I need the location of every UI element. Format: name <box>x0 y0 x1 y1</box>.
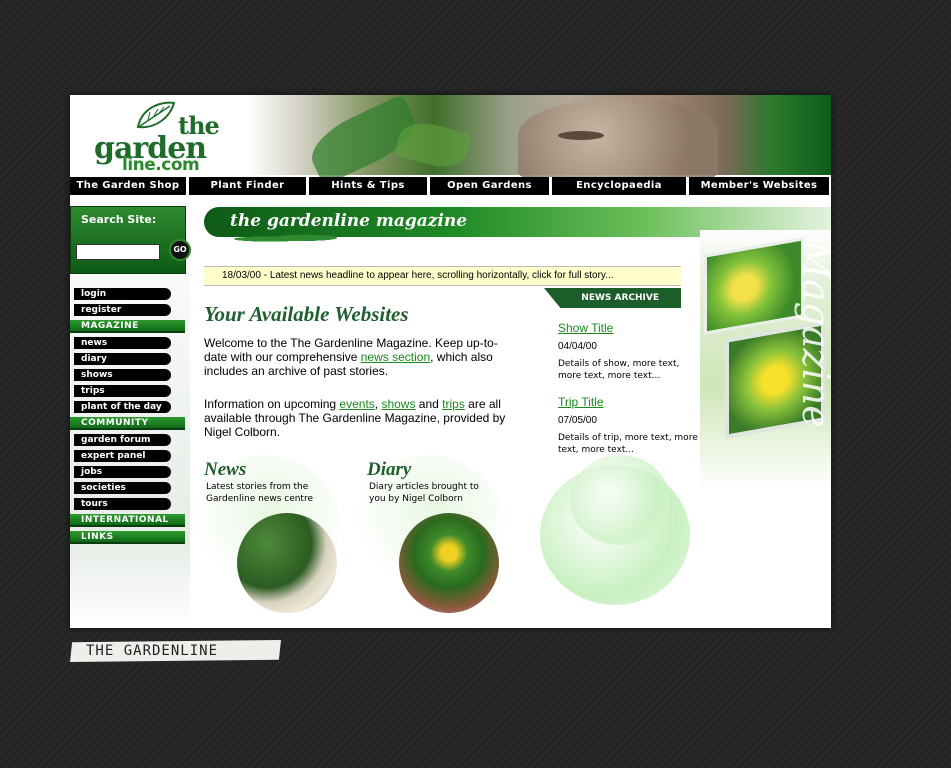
sidebar-item-login[interactable]: login <box>74 288 171 300</box>
search-go-button[interactable]: GO <box>169 239 191 261</box>
sidebar-item-register[interactable]: register <box>74 304 171 316</box>
trips-link[interactable]: trips <box>442 397 465 411</box>
sidebar-item-jobs[interactable]: jobs <box>74 466 171 478</box>
sidebar-item-expert-panel[interactable]: expert panel <box>74 450 171 462</box>
footer-tape-label: THE GARDENLINE <box>70 640 281 662</box>
sidebar-section-links[interactable]: LINKS <box>70 531 185 544</box>
banner-statue-eye <box>558 131 604 140</box>
banner-statue-face <box>518 100 718 180</box>
sidebar-section-magazine[interactable]: MAGAZINE <box>70 320 185 333</box>
sidebar-item-shows[interactable]: shows <box>74 369 171 381</box>
events-paragraph: Information on upcoming events, shows an… <box>204 397 514 439</box>
leaf-icon <box>136 101 176 129</box>
intro-paragraph: Welcome to the The Gardenline Magazine. … <box>204 336 514 378</box>
sidebar-menu: login register MAGAZINE news diary shows trips… <box>70 288 190 548</box>
feature-text: Latest stories from the Gardenline news … <box>206 482 313 504</box>
magazine-side-art: Magazine <box>700 230 831 490</box>
sidebar-item-diary[interactable]: diary <box>74 353 171 365</box>
archive-entry-detail: Details of show, more text, more text, m… <box>558 359 680 381</box>
feature-title[interactable]: News <box>204 459 354 481</box>
diary-feature[interactable]: Diary Diary articles brought to you by N… <box>353 455 517 613</box>
page-frame: the garden line.com The Garden Shop Plant… <box>70 95 831 628</box>
sidebar-item-news[interactable]: news <box>74 337 171 349</box>
header-photo-banner <box>248 95 831 186</box>
page-title: Your Available Websites <box>204 302 409 326</box>
footer-tape-text: THE GARDENLINE <box>86 643 219 659</box>
news-feature[interactable]: News Latest stories from the Gardenline … <box>190 455 354 613</box>
vine-decoration <box>234 233 354 245</box>
sidebar-item-plant-of-the-day[interactable]: plant of the day <box>74 401 171 413</box>
sidebar-item-societies[interactable]: societies <box>74 482 171 494</box>
events-link[interactable]: events <box>339 397 374 411</box>
events-text: and <box>415 397 443 411</box>
decorative-bubble <box>570 455 670 545</box>
magazine-banner-title: the gardenline magazine <box>230 211 468 231</box>
archive-entry-title[interactable]: Show Title <box>558 321 698 335</box>
feature-text: Diary articles brought to you by Nigel C… <box>369 482 479 504</box>
nav-item[interactable]: Encyclopaedia <box>552 177 686 195</box>
nav-item[interactable]: Member's Websites <box>689 177 829 195</box>
logo-domain: line.com <box>122 155 200 175</box>
site-logo[interactable]: the garden line.com <box>92 101 252 175</box>
nav-item[interactable]: The Garden Shop <box>70 177 186 195</box>
top-nav: The Garden Shop Plant Finder Hints & Tips O… <box>70 177 831 195</box>
nav-item[interactable]: Open Gardens <box>430 177 549 195</box>
side-art-word: Magazine <box>794 240 831 428</box>
sidebar-item-garden-forum[interactable]: garden forum <box>74 434 171 446</box>
feature-title[interactable]: Diary <box>367 459 517 481</box>
sidebar-section-community[interactable]: COMMUNITY <box>70 417 185 430</box>
archive-entry-title[interactable]: Trip Title <box>558 395 698 409</box>
news-section-link[interactable]: news section <box>361 350 430 364</box>
sidebar-item-tours[interactable]: tours <box>74 498 171 510</box>
archive-entry-date: 04/04/00 <box>558 341 597 352</box>
shows-link[interactable]: shows <box>381 397 415 411</box>
events-text: Information on upcoming <box>204 397 340 411</box>
sidebar-section-international[interactable]: INTERNATIONAL <box>70 514 185 527</box>
archive-entry-date: 07/05/00 <box>558 415 597 426</box>
site-header: the garden line.com <box>70 95 831 186</box>
archive-entry: Show Title 04/04/00 Details of show, mor… <box>558 321 698 382</box>
nav-item[interactable]: Hints & Tips <box>309 177 427 195</box>
sidebar-item-trips[interactable]: trips <box>74 385 171 397</box>
search-input[interactable] <box>76 244 160 260</box>
archive-entry: Trip Title 07/05/00 Details of trip, mor… <box>558 395 698 456</box>
search-panel: Search Site: <box>70 206 186 274</box>
news-photo[interactable] <box>237 513 337 613</box>
archive-entry-detail: Details of trip, more text, more text, m… <box>558 433 698 455</box>
nav-item[interactable]: Plant Finder <box>189 177 306 195</box>
search-label: Search Site: <box>81 213 157 226</box>
news-archive-tab[interactable]: NEWS ARCHIVE <box>544 288 681 308</box>
news-ticker[interactable]: 18/03/00 - Latest news headline to appea… <box>204 266 681 286</box>
diary-photo[interactable] <box>399 513 499 613</box>
